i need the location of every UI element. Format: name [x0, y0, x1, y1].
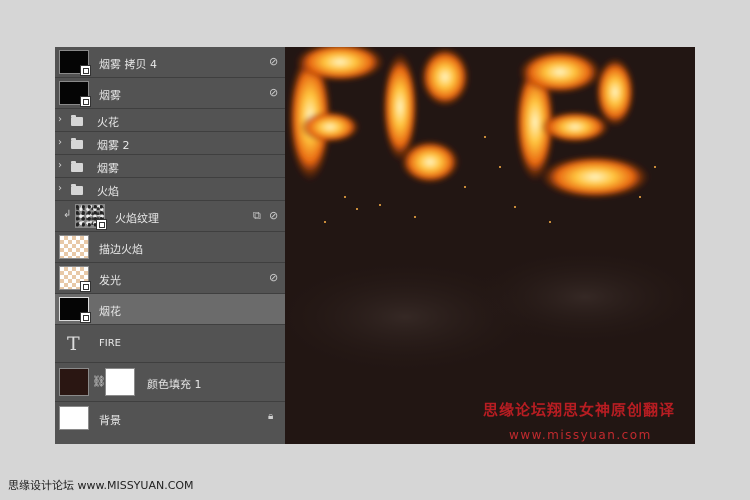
layer-name: 颜色填充 1	[147, 378, 202, 391]
layer-name: 背景	[99, 414, 121, 427]
layer-group-sparks[interactable]: › 火花	[55, 109, 285, 132]
watermark-title: 思缘论坛翔思女神原创翻译	[483, 401, 676, 419]
layer-name: 火花	[97, 116, 119, 129]
layer-group-flame[interactable]: › 火焰	[55, 178, 285, 201]
layer-thumbnail	[59, 406, 89, 430]
layer-name: 描边火焰	[99, 243, 143, 256]
layer-name: 烟雾	[97, 162, 119, 175]
smart-object-icon	[80, 281, 91, 292]
document-canvas[interactable]: 思缘论坛翔思女神原创翻译 www.missyuan.com	[285, 47, 695, 444]
folder-icon	[71, 184, 83, 195]
fill-color-thumbnail	[59, 368, 89, 396]
chevron-right-icon[interactable]: ›	[58, 137, 62, 148]
layer-name: 发光	[99, 274, 121, 287]
site-credit: 思缘设计论坛 www.MISSYUAN.COM	[8, 479, 194, 492]
layer-name: 烟雾 2	[97, 139, 130, 152]
smart-object-icon	[80, 65, 91, 76]
layers-panel: 烟雾 拷贝 4 ⊘ 烟雾 ⊘ › 火花 › 烟雾 2 › 烟雾 › 火焰 ↲ 火…	[55, 47, 285, 444]
chevron-right-icon[interactable]: ›	[58, 114, 62, 125]
clipping-mask-icon: ↲	[63, 209, 72, 220]
smart-object-icon	[96, 219, 107, 230]
smart-object-icon	[80, 96, 91, 107]
layer-row-glow[interactable]: 发光 ⊘	[55, 263, 285, 294]
layer-group-smoke[interactable]: › 烟雾	[55, 155, 285, 178]
folder-icon	[71, 138, 83, 149]
layer-row-fire-text[interactable]: T FIRE	[55, 325, 285, 363]
folder-icon	[71, 161, 83, 172]
layer-row-fireworks[interactable]: 烟花	[55, 294, 285, 325]
link-icon: ⊘	[269, 271, 279, 284]
layer-mask-thumbnail	[105, 368, 135, 396]
layer-row-color-fill[interactable]: ⛓ 颜色填充 1	[55, 363, 285, 402]
link-icon: ⊘	[269, 55, 279, 68]
layer-row-smoke-copy-4[interactable]: 烟雾 拷贝 4 ⊘	[55, 47, 285, 78]
layer-name: 烟雾	[99, 89, 121, 102]
smart-object-icon	[80, 312, 91, 323]
watermark-url: www.missyuan.com	[509, 428, 652, 442]
layer-row-flame-texture[interactable]: ↲ 火焰纹理 ⧉ ⊘	[55, 201, 285, 232]
link-icon: ⊘	[269, 209, 279, 222]
photoshop-window: 烟雾 拷贝 4 ⊘ 烟雾 ⊘ › 火花 › 烟雾 2 › 烟雾 › 火焰 ↲ 火…	[55, 47, 695, 444]
layer-name: 烟花	[99, 305, 121, 318]
type-layer-icon: T	[67, 333, 80, 355]
layer-name: 火焰	[97, 185, 119, 198]
layer-name: 火焰纹理	[115, 212, 159, 225]
layer-name: FIRE	[99, 338, 121, 349]
chevron-right-icon[interactable]: ›	[58, 183, 62, 194]
effects-icon: ⧉	[253, 209, 261, 222]
chevron-right-icon[interactable]: ›	[58, 160, 62, 171]
lock-icon: 🔒︎	[268, 411, 274, 422]
layer-row-smoke[interactable]: 烟雾 ⊘	[55, 78, 285, 109]
chain-link-icon[interactable]: ⛓	[92, 375, 106, 388]
layer-row-background[interactable]: 背景 🔒︎	[55, 402, 285, 435]
layer-name: 烟雾 拷贝 4	[99, 58, 157, 71]
fire-text-artwork	[285, 47, 695, 377]
layer-group-smoke-2[interactable]: › 烟雾 2	[55, 132, 285, 155]
link-icon: ⊘	[269, 86, 279, 99]
layer-row-stroke-flame[interactable]: 描边火焰	[55, 232, 285, 263]
folder-icon	[71, 115, 83, 126]
layer-thumbnail	[59, 235, 89, 259]
